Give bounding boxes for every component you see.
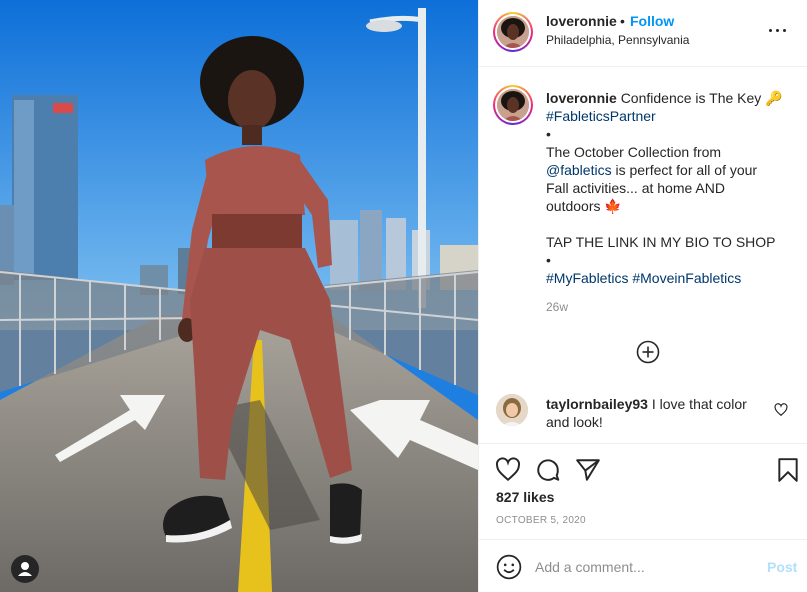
plus-circle-icon[interactable] <box>636 340 660 364</box>
post-side-panel: loveronnie • Follow Philadelphia, Pennsy… <box>478 0 807 592</box>
caption-text: TAP THE LINK IN MY BIO TO SHOP <box>546 234 776 250</box>
hashtag-link[interactable]: #FableticsPartner <box>546 107 791 125</box>
post-location[interactable]: Philadelphia, Pennsylvania <box>546 33 689 47</box>
post-date[interactable]: OCTOBER 5, 2020 <box>496 515 586 526</box>
comment-icon[interactable] <box>535 457 561 483</box>
comment-item: taylornbailey93 I love that color and lo… <box>546 395 766 431</box>
caption-bullet: • <box>546 126 551 142</box>
likes-count[interactable]: 827 likes <box>496 489 554 505</box>
heart-icon[interactable] <box>495 457 521 483</box>
emoji-icon[interactable] <box>496 554 522 580</box>
post-time-ago[interactable]: 26w <box>546 300 568 314</box>
post-image <box>0 0 478 592</box>
add-comment-bar: Post <box>479 539 807 592</box>
heart-icon[interactable] <box>774 403 788 417</box>
post-header: loveronnie • Follow Philadelphia, Pennsy… <box>479 0 807 67</box>
post-photo[interactable] <box>0 0 478 592</box>
caption-text: Confidence is The Key 🔑 <box>620 90 783 106</box>
more-options-icon[interactable] <box>765 20 791 40</box>
commenter-avatar[interactable] <box>496 394 528 426</box>
send-icon[interactable] <box>575 457 601 483</box>
bookmark-icon[interactable] <box>775 457 801 483</box>
separator-dot: • <box>620 13 625 29</box>
post-comment-button[interactable]: Post <box>767 559 797 575</box>
caption-text: is perfect for all of your <box>615 162 758 178</box>
caption-text: Fall activities... at home AND <box>546 180 725 196</box>
author-username[interactable]: loveronnie <box>546 13 617 29</box>
hashtag-link[interactable]: #MoveinFabletics <box>632 270 741 286</box>
caption-text: outdoors 🍁 <box>546 198 622 214</box>
hashtag-link[interactable]: #MyFabletics <box>546 270 628 286</box>
post-caption: loveronnie Confidence is The Key 🔑 #Fabl… <box>546 89 791 287</box>
follow-button[interactable]: Follow <box>630 13 674 29</box>
caption-author-avatar[interactable] <box>493 85 533 125</box>
mention-link[interactable]: @fabletics <box>546 162 612 178</box>
caption-username[interactable]: loveronnie <box>546 90 617 106</box>
user-tag-icon[interactable] <box>11 555 39 583</box>
caption-bullet: • <box>546 252 551 268</box>
commenter-username[interactable]: taylornbailey93 <box>546 396 648 412</box>
caption-text: The October Collection from <box>546 144 722 160</box>
author-avatar[interactable] <box>493 12 533 52</box>
add-comment-input[interactable] <box>535 556 755 578</box>
